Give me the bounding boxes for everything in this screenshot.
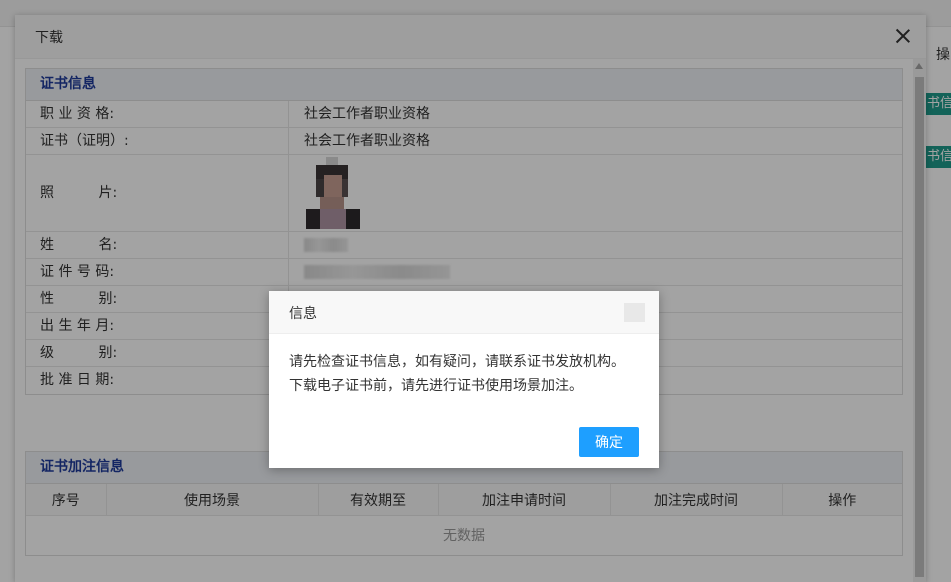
dialog-title: 信息: [289, 306, 317, 322]
dialog-message: 请先检查证书信息，如有疑问，请联系证书发放机构。 下载电子证书前，请先进行证书使…: [269, 334, 659, 398]
dialog-header: 信息: [269, 291, 659, 334]
confirm-button[interactable]: 确定: [579, 427, 639, 457]
close-icon[interactable]: [624, 303, 645, 322]
dialog-message-line: 下载电子证书前，请先进行证书使用场景加注。: [289, 378, 583, 394]
info-dialog: 信息 请先检查证书信息，如有疑问，请联系证书发放机构。 下载电子证书前，请先进行…: [269, 291, 659, 468]
dialog-message-line: 请先检查证书信息，如有疑问，请联系证书发放机构。: [289, 354, 625, 370]
